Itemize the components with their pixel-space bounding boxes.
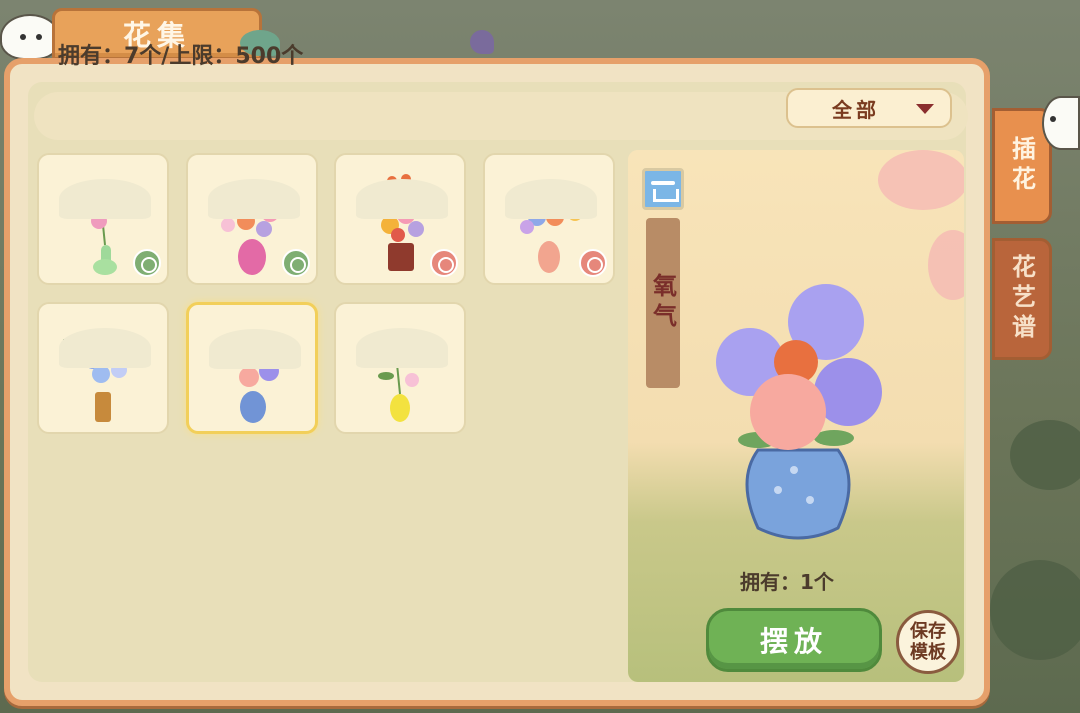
flower-card-selected[interactable] <box>186 302 318 434</box>
flower-card[interactable] <box>186 153 318 285</box>
flower-card[interactable] <box>37 302 169 434</box>
owned-count: 拥有：1个 <box>740 570 834 594</box>
tab-arrange-label: 插花 <box>1007 136 1036 196</box>
radish-mascot-icon <box>1042 96 1080 150</box>
save-template-label-2: 模板 <box>910 642 946 663</box>
card-bg-hill <box>356 328 448 368</box>
oxygen-stat-tag: 氧气 <box>646 218 680 388</box>
card-bg-hill <box>356 179 448 219</box>
hydrangea-blue-vase-icon <box>227 338 279 423</box>
save-template-label-1: 保存 <box>910 621 946 642</box>
flower-card[interactable] <box>334 302 466 434</box>
category-badge-icon <box>579 249 607 277</box>
category-badge-icon <box>282 249 310 277</box>
tab-recipes[interactable]: 花艺谱 <box>992 238 1052 360</box>
butterfly-icon <box>470 30 494 54</box>
filter-value: 全部 <box>832 97 880 122</box>
hydrangea-leaf-bouquet-icon <box>63 337 127 422</box>
flower-card[interactable] <box>483 153 615 285</box>
flower-card[interactable] <box>37 153 169 285</box>
radish-mascot-icon <box>0 14 60 60</box>
arrangement-mode-icon[interactable] <box>642 168 684 210</box>
place-button[interactable]: 摆放 <box>706 608 882 672</box>
card-bg-hill <box>505 179 597 219</box>
card-bg-hill <box>208 179 300 219</box>
card-bg-hill <box>209 329 301 369</box>
peony-yellow-vase-icon <box>378 336 419 422</box>
tab-recipes-label: 花艺谱 <box>1007 254 1036 344</box>
filter-dropdown[interactable]: 全部 <box>786 88 952 128</box>
card-bg-hill <box>59 328 151 368</box>
caret-down-icon <box>916 104 934 114</box>
background-bush <box>1010 420 1080 490</box>
collection-count: 拥有：7个/上限：500个 <box>58 44 304 69</box>
category-badge-icon <box>430 249 458 277</box>
save-template-button[interactable]: 保存 模板 <box>896 610 960 674</box>
oxygen-label: 氧气 <box>648 273 677 333</box>
card-bg-hill <box>59 179 151 219</box>
category-badge-icon <box>133 249 161 277</box>
flower-card[interactable] <box>334 153 466 285</box>
background-bush <box>990 560 1080 660</box>
